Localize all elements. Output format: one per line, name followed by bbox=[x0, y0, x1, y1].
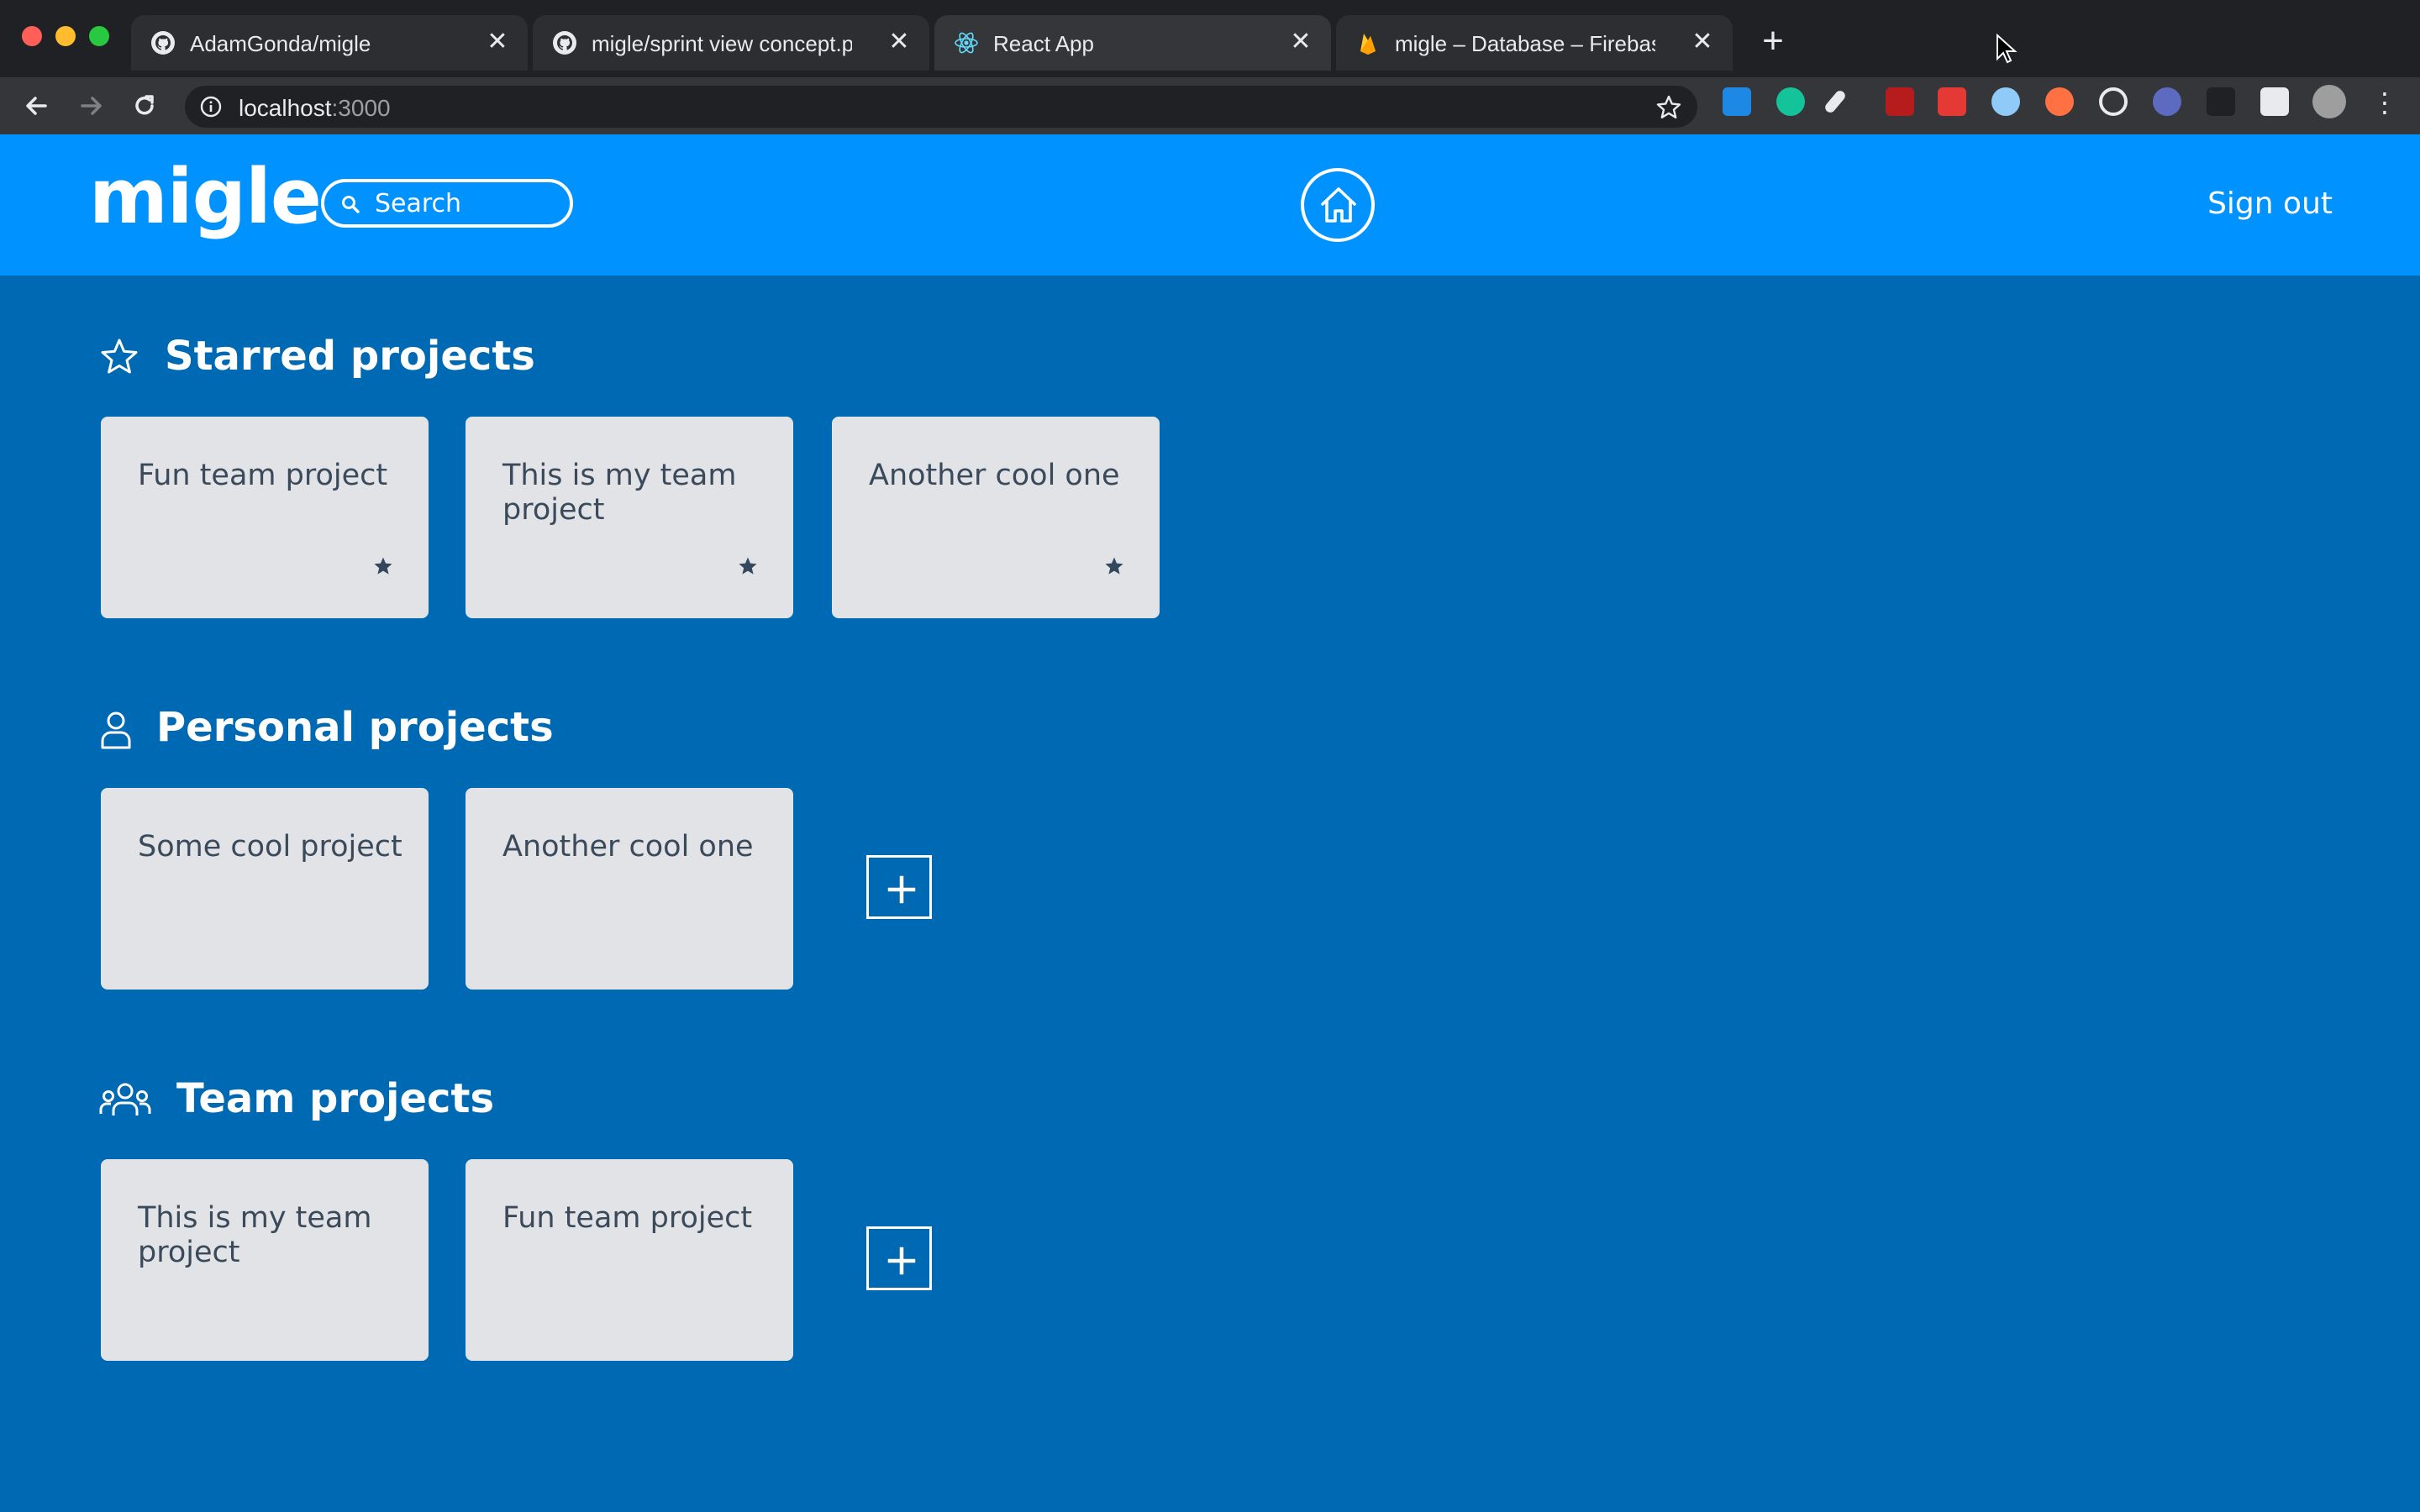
back-arrow-icon[interactable] bbox=[20, 89, 54, 123]
extension-9-icon[interactable] bbox=[2153, 87, 2181, 116]
bookmark-star-icon[interactable] bbox=[1655, 94, 1682, 121]
browser-tab-1[interactable]: AdamGonda/migle ✕ bbox=[131, 15, 528, 71]
team-section-header: Team projects bbox=[99, 1075, 603, 1126]
close-tab-icon[interactable]: ✕ bbox=[1287, 29, 1314, 55]
project-title: This is my team project bbox=[138, 1201, 372, 1269]
project-title: Another cool one bbox=[869, 459, 1120, 492]
project-card[interactable]: This is my team project bbox=[466, 417, 793, 618]
star-filled-icon[interactable] bbox=[738, 556, 758, 576]
browser-chrome: AdamGonda/migle ✕ migle/sprint view conc… bbox=[0, 0, 2420, 134]
search-box[interactable] bbox=[321, 179, 573, 228]
search-icon bbox=[342, 196, 360, 213]
starred-section-header: Starred projects bbox=[99, 333, 603, 383]
extension-5-icon[interactable] bbox=[1938, 87, 1966, 116]
window-zoom-button[interactable] bbox=[89, 26, 109, 46]
browser-tab-2[interactable]: migle/sprint view concept.png ✕ bbox=[533, 15, 929, 71]
search-input[interactable] bbox=[375, 186, 543, 221]
section-title: Starred projects bbox=[165, 333, 535, 380]
plus-icon bbox=[887, 875, 916, 904]
github-icon bbox=[553, 31, 576, 55]
tab-title: migle/sprint view concept.png bbox=[592, 31, 852, 56]
grammarly-extension-icon[interactable] bbox=[1776, 87, 1805, 116]
browser-menu-icon[interactable]: ⋮ bbox=[2371, 87, 2398, 118]
add-team-project-button[interactable] bbox=[866, 1226, 932, 1290]
app-logo[interactable]: migle bbox=[89, 153, 322, 241]
url-port: :3000 bbox=[331, 95, 391, 121]
new-tab-button[interactable]: + bbox=[1753, 22, 1793, 62]
project-card[interactable]: Another cool one bbox=[832, 417, 1160, 618]
star-filled-icon[interactable] bbox=[1104, 556, 1124, 576]
mouse-cursor-icon bbox=[1996, 34, 2018, 64]
close-tab-icon[interactable]: ✕ bbox=[1689, 29, 1716, 55]
project-card[interactable]: Some cool project bbox=[101, 788, 429, 990]
github-icon bbox=[151, 31, 175, 55]
react-icon bbox=[955, 32, 978, 54]
team-icon bbox=[99, 1083, 151, 1116]
url-host: localhost bbox=[239, 95, 332, 121]
personal-section-header: Personal projects bbox=[99, 704, 603, 754]
project-title: Some cool project bbox=[138, 830, 402, 864]
project-card[interactable]: Fun team project bbox=[101, 417, 429, 618]
user-icon bbox=[101, 711, 131, 749]
extension-8-icon[interactable] bbox=[2099, 87, 2128, 116]
extensions-puzzle-icon[interactable] bbox=[2260, 87, 2289, 116]
project-card[interactable]: This is my team project bbox=[101, 1159, 429, 1361]
add-personal-project-button[interactable] bbox=[866, 855, 932, 919]
star-filled-icon[interactable] bbox=[373, 556, 393, 576]
tab-strip: AdamGonda/migle ✕ migle/sprint view conc… bbox=[0, 0, 2420, 77]
section-title: Team projects bbox=[176, 1075, 495, 1122]
url-text: localhost:3000 bbox=[239, 95, 391, 122]
tab-title: migle – Database – Firebase co bbox=[1395, 31, 1655, 56]
reload-icon[interactable] bbox=[128, 89, 161, 123]
close-tab-icon[interactable]: ✕ bbox=[484, 29, 511, 55]
home-button[interactable] bbox=[1301, 168, 1375, 242]
project-title: Fun team project bbox=[502, 1201, 753, 1235]
project-title: This is my team project bbox=[502, 459, 737, 527]
address-bar[interactable]: localhost:3000 bbox=[185, 86, 1697, 128]
extension-7-icon[interactable] bbox=[2045, 87, 2074, 116]
project-title: Fun team project bbox=[138, 459, 388, 492]
tab-title: React App bbox=[993, 31, 1094, 56]
profile-avatar[interactable] bbox=[2312, 85, 2346, 118]
star-outline-icon bbox=[101, 339, 138, 374]
window-minimize-button[interactable] bbox=[55, 26, 76, 46]
firebase-icon bbox=[1360, 34, 1376, 55]
ublock-extension-icon[interactable] bbox=[1886, 87, 1914, 116]
project-title: Another cool one bbox=[502, 830, 754, 864]
extension-10-icon[interactable] bbox=[2207, 87, 2235, 116]
home-icon bbox=[1321, 187, 1356, 223]
browser-tab-3-active[interactable]: React App ✕ bbox=[934, 15, 1331, 71]
project-card[interactable]: Another cool one bbox=[466, 788, 793, 990]
extension-1-icon[interactable] bbox=[1723, 87, 1751, 116]
app-header: migle Sign out bbox=[0, 134, 2420, 276]
section-title: Personal projects bbox=[156, 704, 554, 751]
project-card[interactable]: Fun team project bbox=[466, 1159, 793, 1361]
sign-out-link[interactable]: Sign out bbox=[2207, 186, 2333, 221]
close-tab-icon[interactable]: ✕ bbox=[886, 29, 913, 55]
window-close-button[interactable] bbox=[22, 26, 42, 46]
info-icon[interactable] bbox=[200, 96, 222, 118]
plus-icon bbox=[887, 1247, 916, 1275]
forward-arrow-icon[interactable] bbox=[74, 89, 108, 123]
extension-6-icon[interactable] bbox=[1991, 87, 2020, 116]
tab-title: AdamGonda/migle bbox=[190, 31, 371, 56]
browser-tab-4[interactable]: migle – Database – Firebase co ✕ bbox=[1336, 15, 1733, 71]
